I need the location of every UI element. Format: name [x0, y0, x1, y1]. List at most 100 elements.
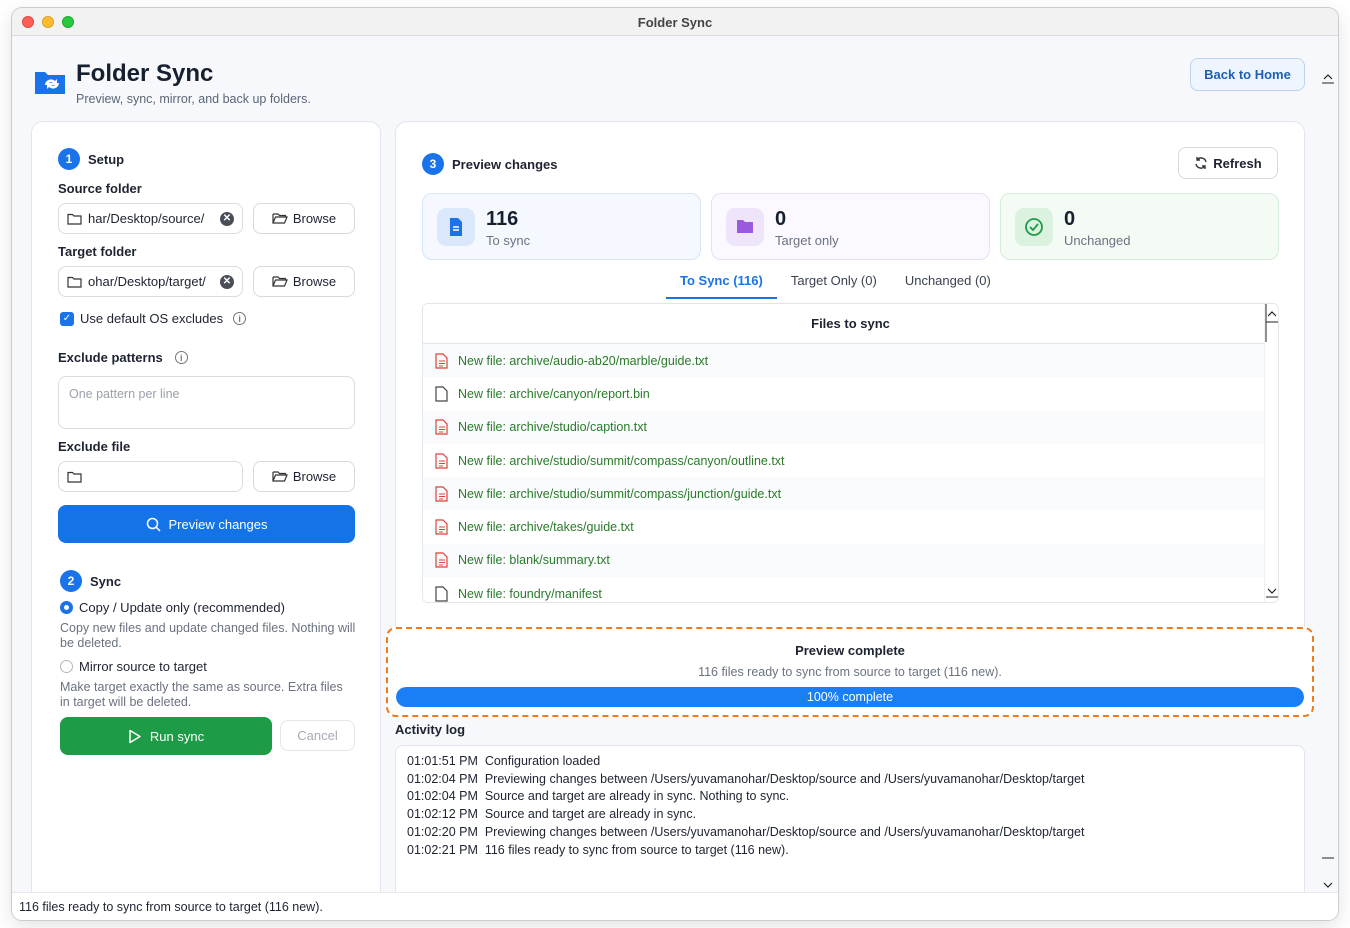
file-row-label: New file: archive/audio-ab20/marble/guid… [458, 353, 709, 368]
progress-title: Preview complete [795, 643, 905, 658]
log-line: 01:01:51 PM Configuration loaded [407, 754, 601, 768]
window-title: Folder Sync [637, 15, 713, 30]
tab-target-only[interactable]: Target Only (0) [777, 267, 891, 299]
exclude-patterns-label: Exclude patterns [58, 350, 163, 365]
setup-panel: 1 Setup Source folder har/Desktop/source… [31, 121, 381, 920]
step-number-badge: 1 [58, 148, 80, 170]
target-only-label: Target only [775, 233, 839, 248]
run-sync-button[interactable]: Run sync [60, 717, 272, 755]
info-icon[interactable]: i [233, 312, 247, 325]
check-circle-icon [1015, 207, 1053, 246]
source-folder-value: har/Desktop/source/ [88, 211, 205, 226]
preview-changes-button[interactable]: Preview changes [58, 505, 355, 543]
list-scrollbar[interactable] [1264, 304, 1278, 602]
app-title: Folder Sync [76, 60, 214, 87]
file-row[interactable]: New file: archive/studio/caption.txt [423, 410, 1278, 444]
to-sync-label: To sync [486, 233, 531, 248]
step-number-badge: 2 [60, 570, 82, 592]
browse-label: Browse [292, 211, 337, 226]
copy-update-radio[interactable]: Copy / Update only (recommended) [60, 600, 285, 615]
cancel-button[interactable]: Cancel [280, 720, 355, 751]
scroll-arrows-icon [1265, 304, 1278, 598]
folder-icon [726, 207, 764, 246]
refresh-icon [1195, 157, 1207, 169]
checkbox-checked-icon: ✓ [60, 311, 74, 326]
file-row-label: New file: archive/studio/caption.txt [458, 420, 647, 435]
activity-log[interactable]: 01:01:51 PM Configuration loaded 01:02:04… [395, 745, 1305, 915]
file-row[interactable]: New file: foundry/manifest [423, 577, 1278, 602]
folder-icon [67, 276, 82, 288]
play-icon [129, 729, 141, 743]
log-line: 01:02:04 PM Source and target are alread… [407, 789, 790, 804]
file-row[interactable]: New file: archive/audio-ab20/marble/guid… [423, 344, 1278, 378]
unchanged-card: 0 Unchanged [1000, 193, 1279, 260]
to-sync-count: 116 [486, 208, 519, 230]
progress-percent-label: 100% complete [806, 690, 894, 704]
back-to-home-button[interactable]: Back to Home [1190, 58, 1305, 91]
file-row-label: New file: archive/canyon/report.bin [458, 386, 650, 401]
to-sync-card: 116 To sync [422, 193, 701, 260]
file-row[interactable]: New file: archive/takes/guide.txt [423, 510, 1278, 544]
folder-icon [67, 471, 82, 483]
mirror-radio[interactable]: Mirror source to target [60, 659, 207, 674]
browse-exclude-file-button[interactable]: Browse [253, 461, 355, 492]
browse-target-button[interactable]: Browse [253, 266, 355, 297]
exclude-file-label: Exclude file [58, 439, 131, 454]
app-window: Folder Sync Folder Sync Preview, sync, m… [12, 8, 1338, 920]
title-bar: Folder Sync [12, 8, 1338, 36]
tab-unchanged[interactable]: Unchanged (0) [891, 267, 1005, 299]
target-folder-label: Target folder [58, 244, 137, 259]
app-subtitle: Preview, sync, mirror, and back up folde… [76, 92, 311, 106]
unchanged-label: Unchanged [1064, 233, 1131, 248]
refresh-button[interactable]: Refresh [1178, 147, 1278, 179]
file-row-label: New file: blank/summary.txt [458, 553, 610, 568]
radio-selected-icon [60, 601, 73, 614]
copy-update-label: Copy / Update only (recommended) [79, 600, 285, 615]
window-scrollbar[interactable] [1322, 68, 1334, 888]
files-list-header: Files to sync [423, 304, 1278, 344]
info-icon[interactable]: i [174, 351, 188, 364]
default-excludes-checkbox[interactable]: ✓ Use default OS excludes i [60, 311, 247, 326]
target-only-count: 0 [775, 208, 787, 230]
text-file-icon [435, 486, 448, 502]
mirror-description: Make target exactly the same as source. … [60, 680, 343, 709]
file-row[interactable]: New file: archive/studio/summit/compass/… [423, 443, 1278, 478]
mirror-label: Mirror source to target [79, 659, 207, 674]
file-icon [435, 586, 448, 602]
text-file-icon [435, 452, 448, 469]
open-folder-icon [272, 276, 288, 287]
file-row[interactable]: New file: blank/summary.txt [423, 543, 1278, 578]
radio-unselected-icon [60, 660, 73, 673]
file-row-label: New file: archive/studio/summit/compass/… [458, 486, 782, 501]
exclude-file-input[interactable] [58, 461, 243, 492]
file-row-label: New file: archive/studio/summit/compass/… [458, 453, 785, 468]
text-file-icon [435, 552, 448, 569]
file-rows: New file: archive/audio-ab20/marble/guid… [423, 344, 1278, 602]
progress-bar: 100% complete [396, 687, 1304, 707]
browse-source-button[interactable]: Browse [253, 203, 355, 234]
setup-step-label: Setup [88, 151, 125, 167]
progress-subtitle: 116 files ready to sync from source to t… [698, 665, 1002, 679]
source-folder-input[interactable]: har/Desktop/source/ ✕ [58, 203, 243, 234]
exclude-patterns-placeholder: One pattern per line [69, 387, 180, 401]
text-file-icon [435, 419, 448, 435]
unchanged-count: 0 [1064, 208, 1076, 230]
file-row[interactable]: New file: archive/studio/summit/compass/… [423, 477, 1278, 511]
run-sync-label: Run sync [149, 728, 205, 744]
clear-source-icon[interactable]: ✕ [220, 211, 234, 226]
search-icon [146, 517, 161, 532]
files-to-sync-list: Files to sync New file: archive/audio-ab… [422, 303, 1279, 603]
step-number-badge: 3 [422, 153, 444, 175]
exclude-patterns-textarea[interactable]: One pattern per line [58, 376, 355, 429]
file-row[interactable]: New file: archive/canyon/report.bin [423, 377, 1278, 411]
folder-sync-logo-icon [35, 72, 65, 94]
target-folder-input[interactable]: ohar/Desktop/target/ ✕ [58, 266, 243, 297]
text-file-icon [435, 353, 448, 369]
tab-to-sync[interactable]: To Sync (116) [666, 267, 777, 299]
setup-step-header: 1 Setup [58, 148, 124, 170]
activity-log-label: Activity log [395, 722, 466, 737]
clear-target-icon[interactable]: ✕ [220, 274, 234, 289]
text-file-icon [435, 519, 448, 535]
refresh-label: Refresh [1213, 155, 1262, 171]
target-folder-value: ohar/Desktop/target/ [88, 274, 206, 289]
